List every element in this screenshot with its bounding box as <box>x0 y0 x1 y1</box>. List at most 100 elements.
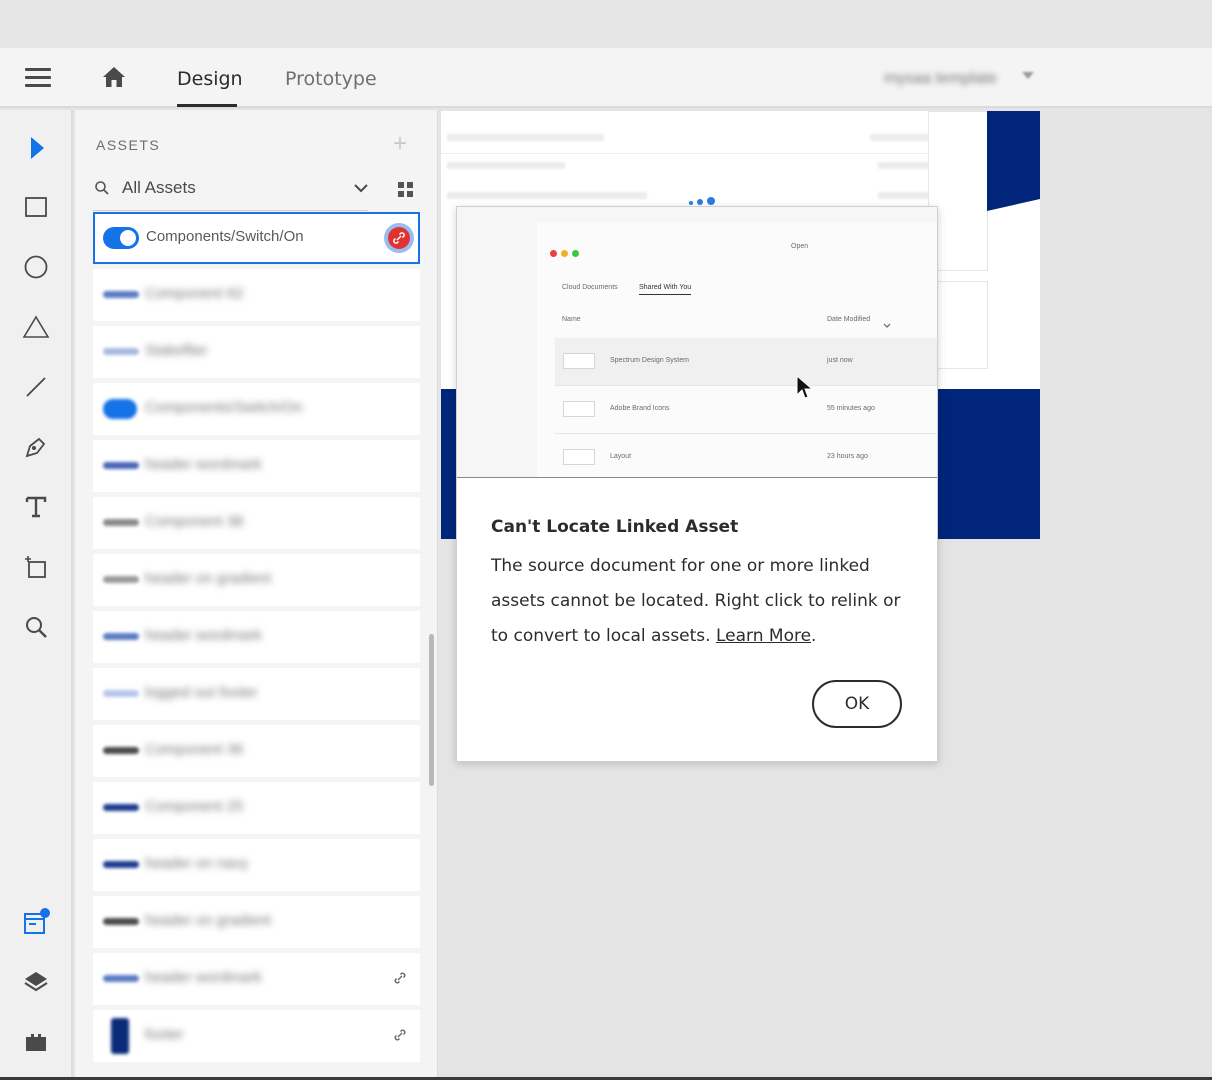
asset-item-label: Components/Switch/On <box>145 399 303 416</box>
asset-item[interactable]: Component 38 <box>93 497 420 549</box>
asset-thumbnail <box>103 519 139 526</box>
asset-thumbnail <box>103 861 139 868</box>
grid-view-icon[interactable] <box>398 182 413 197</box>
assets-panel: ASSETS + All Assets Components/Switch/On… <box>75 110 438 1080</box>
chevron-down-icon[interactable] <box>353 181 369 193</box>
preview-col-name: Name <box>562 316 581 323</box>
cursor-icon <box>795 374 814 401</box>
plugins-icon[interactable] <box>21 1027 51 1057</box>
artboard-icon[interactable] <box>21 552 51 582</box>
asset-item[interactable]: Stakeflier <box>93 326 420 378</box>
asset-item-label: header wordmark <box>145 456 262 473</box>
asset-thumbnail <box>103 348 139 355</box>
dialog-title: Can't Locate Linked Asset <box>491 517 739 537</box>
rectangle-icon[interactable] <box>21 192 51 222</box>
add-asset-button[interactable]: + <box>393 132 407 156</box>
line-icon[interactable] <box>21 372 51 402</box>
asset-thumbnail <box>103 633 139 640</box>
asset-item-label: logged out footer <box>145 684 258 701</box>
asset-item[interactable]: footer <box>93 1010 420 1062</box>
ok-button[interactable]: OK <box>812 680 902 728</box>
menu-icon[interactable] <box>25 68 51 88</box>
assets-scrollbar[interactable] <box>429 634 434 786</box>
asset-item-label: header on gradient <box>145 912 271 929</box>
asset-thumbnail <box>103 747 139 754</box>
asset-item-label: Component 25 <box>145 798 244 815</box>
assets-list: Components/Switch/On Component 62 Stakefl… <box>93 212 420 1080</box>
asset-thumbnail <box>103 399 137 419</box>
asset-item[interactable]: header wordmark <box>93 953 420 1005</box>
tab-design[interactable]: Design <box>177 68 243 90</box>
asset-thumbnail <box>103 462 139 469</box>
asset-item-label: header on navy <box>145 855 249 872</box>
search-icon[interactable] <box>94 180 110 196</box>
asset-item-label: Component 38 <box>145 513 244 530</box>
asset-item[interactable]: Components/Switch/On <box>93 383 420 435</box>
broken-link-icon[interactable] <box>384 223 414 253</box>
asset-item-selected[interactable]: Components/Switch/On <box>93 212 420 264</box>
asset-thumbnail <box>103 918 139 925</box>
asset-item[interactable]: header on gradient <box>93 896 420 948</box>
ellipse-icon[interactable] <box>21 252 51 282</box>
dialog-message: The source document for one or more link… <box>491 549 911 654</box>
asset-thumbnail <box>103 291 139 298</box>
dialog-body-period: . <box>811 626 817 646</box>
asset-item-label: footer <box>145 1026 184 1043</box>
preview-row: Layout 23 hours ago <box>555 434 937 477</box>
window-controls <box>550 244 583 262</box>
tab-prototype[interactable]: Prototype <box>285 68 377 90</box>
asset-item-label: Stakeflier <box>145 342 208 359</box>
triangle-icon[interactable] <box>21 312 51 342</box>
preview-window-title: Open <box>791 243 809 250</box>
asset-item[interactable]: header on gradient <box>93 554 420 606</box>
asset-item-label: Component 62 <box>145 285 244 302</box>
asset-item[interactable]: header wordmark <box>93 611 420 663</box>
asset-thumbnail <box>103 804 139 811</box>
asset-item-label: header wordmark <box>145 969 262 986</box>
asset-item-label: header wordmark <box>145 627 262 644</box>
preview-col-date: Date Modified <box>827 316 871 323</box>
home-icon[interactable] <box>101 65 127 89</box>
text-icon[interactable] <box>21 492 51 522</box>
link-icon[interactable] <box>393 1028 407 1042</box>
asset-thumbnail <box>111 1018 129 1054</box>
assets-filter-select[interactable]: All Assets <box>122 178 196 198</box>
asset-item[interactable]: Component 25 <box>93 782 420 834</box>
link-icon[interactable] <box>393 971 407 985</box>
asset-item[interactable]: logged out footer <box>93 668 420 720</box>
zoom-icon[interactable] <box>21 612 51 642</box>
chevron-down-icon[interactable] <box>1022 72 1034 79</box>
dialog-body-text: The source document for one or more link… <box>491 556 901 646</box>
select-icon[interactable] <box>21 132 51 162</box>
asset-thumbnail <box>103 690 139 697</box>
preview-tab-cloud: Cloud Documents <box>562 284 618 291</box>
asset-item-label: Components/Switch/On <box>146 228 304 245</box>
app-header: Design Prototype mysaa template <box>0 48 1212 108</box>
tool-bar <box>0 110 73 1080</box>
asset-item-label: header on gradient <box>145 570 271 587</box>
switch-thumbnail <box>103 227 139 249</box>
active-tab-indicator <box>177 104 237 107</box>
assets-panel-title: ASSETS <box>96 137 161 153</box>
asset-item-label: Component 36 <box>145 741 244 758</box>
preview-row: Adobe Brand Icons 55 minutes ago <box>555 386 937 434</box>
filter-underline <box>93 210 368 211</box>
asset-item[interactable]: header on navy <box>93 839 420 891</box>
layers-icon[interactable] <box>21 967 51 997</box>
preview-tab-shared: Shared With You <box>639 284 692 295</box>
document-title[interactable]: mysaa template <box>884 70 997 88</box>
asset-item[interactable]: Component 62 <box>93 269 420 321</box>
asset-item[interactable]: Component 36 <box>93 725 420 777</box>
asset-thumbnail <box>103 576 139 583</box>
asset-thumbnail <box>103 975 139 982</box>
assets-icon[interactable] <box>21 907 51 937</box>
chevron-down-icon <box>883 316 891 334</box>
open-window-preview: Open Cloud Documents Shared With You Nam… <box>537 222 937 477</box>
learn-more-link[interactable]: Learn More <box>716 626 811 646</box>
pen-icon[interactable] <box>21 432 51 462</box>
dialog-illustration: Open Cloud Documents Shared With You Nam… <box>457 207 937 478</box>
navy-shape <box>987 111 1040 211</box>
window-titlebar <box>0 0 1212 48</box>
linked-asset-dialog: Open Cloud Documents Shared With You Nam… <box>456 206 938 762</box>
asset-item[interactable]: header wordmark <box>93 440 420 492</box>
